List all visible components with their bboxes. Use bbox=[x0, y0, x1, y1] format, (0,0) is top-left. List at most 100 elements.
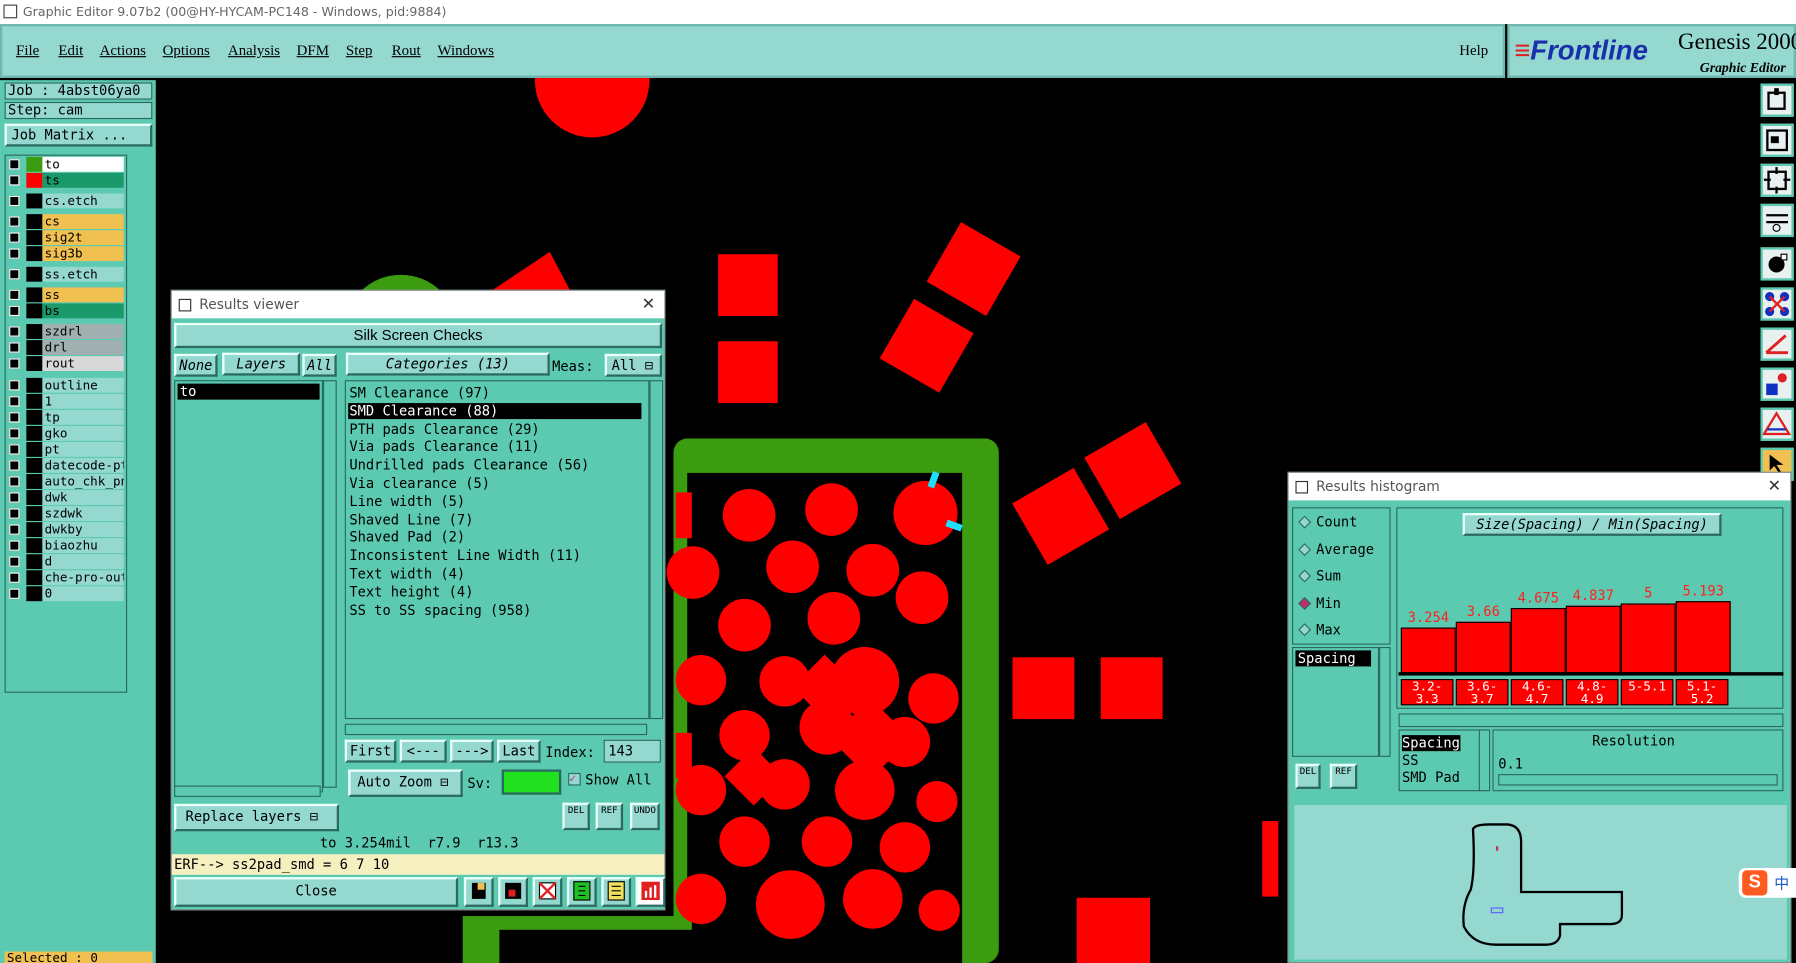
report-icon[interactable] bbox=[601, 877, 632, 907]
layer-color-swatch[interactable] bbox=[26, 522, 43, 538]
layer-color-swatch[interactable] bbox=[26, 214, 43, 230]
layer-color-swatch[interactable] bbox=[26, 340, 43, 355]
show-all-checkbox[interactable]: ✓ bbox=[568, 772, 581, 786]
last-button[interactable]: Last bbox=[497, 739, 541, 763]
menu-windows[interactable]: Windows bbox=[438, 41, 494, 59]
layer-color-swatch[interactable] bbox=[26, 409, 43, 425]
undo-button[interactable]: UNDO bbox=[629, 802, 660, 831]
layer-list-scrollbar[interactable] bbox=[323, 380, 337, 788]
layer-listbox[interactable]: to bbox=[174, 380, 324, 793]
layer-row[interactable]: to bbox=[5, 156, 124, 172]
layer-row[interactable]: ts bbox=[5, 172, 124, 188]
layer-color-swatch[interactable] bbox=[26, 586, 43, 602]
angle-icon[interactable] bbox=[1760, 327, 1794, 361]
layer-item[interactable]: to bbox=[177, 383, 320, 400]
ref-button[interactable]: REF bbox=[595, 802, 624, 831]
layer-name[interactable]: auto_chk_pn bbox=[42, 474, 124, 489]
auto-zoom-dropdown[interactable]: Auto Zoom ⊟ bbox=[348, 769, 463, 797]
layer-checkbox[interactable] bbox=[9, 195, 20, 207]
layer-checkbox[interactable] bbox=[9, 232, 20, 243]
layers-all-button[interactable]: All bbox=[302, 353, 337, 377]
warning-icon[interactable] bbox=[1760, 407, 1794, 441]
category-item[interactable]: Text width (4) bbox=[348, 566, 465, 582]
layer-row[interactable]: biaozhu bbox=[5, 538, 124, 554]
calculator-icon[interactable] bbox=[566, 877, 597, 907]
ime-indicator[interactable]: S 中 bbox=[1738, 867, 1796, 898]
layer-row[interactable]: dwk bbox=[5, 490, 124, 505]
layer-row[interactable]: 1 bbox=[5, 393, 124, 409]
layer-checkbox[interactable] bbox=[9, 289, 20, 301]
net-icon[interactable] bbox=[1760, 287, 1794, 321]
layer-name[interactable]: d bbox=[42, 554, 124, 570]
first-button[interactable]: First bbox=[344, 739, 397, 763]
layer-row[interactable]: d bbox=[5, 554, 124, 570]
layer-color-swatch[interactable] bbox=[26, 570, 43, 586]
layer-color-swatch[interactable] bbox=[26, 266, 43, 282]
histogram-ref-button[interactable]: REF bbox=[1329, 763, 1358, 789]
layer-checkbox[interactable] bbox=[9, 412, 20, 423]
mode-radio-sum[interactable]: Sum bbox=[1298, 568, 1341, 584]
layer-row[interactable]: 0 bbox=[5, 586, 124, 602]
layer-name[interactable]: ss.etch bbox=[42, 266, 124, 282]
histogram-bar[interactable] bbox=[1510, 608, 1566, 674]
histogram-listbox[interactable]: Spacing bbox=[1292, 646, 1380, 757]
layer-name[interactable]: tp bbox=[42, 409, 124, 425]
layer-color-swatch[interactable] bbox=[26, 490, 43, 505]
layer-color-swatch[interactable] bbox=[26, 506, 43, 522]
pan-icon[interactable] bbox=[1760, 123, 1794, 157]
layer-name[interactable]: to bbox=[42, 156, 124, 172]
layer-color-swatch[interactable] bbox=[26, 441, 43, 457]
layer-name[interactable]: che-pro-out bbox=[42, 570, 124, 586]
home-icon[interactable] bbox=[1760, 83, 1794, 117]
layer-checkbox[interactable] bbox=[9, 326, 20, 337]
category-item[interactable]: SS to SS spacing (958) bbox=[348, 602, 531, 618]
layer-color-swatch[interactable] bbox=[26, 172, 43, 188]
mode-radio-average[interactable]: Average bbox=[1298, 541, 1374, 557]
categories-hscroll[interactable] bbox=[344, 723, 648, 736]
info-scrollbar[interactable] bbox=[1478, 729, 1491, 792]
meas-dropdown[interactable]: All ⊟ bbox=[604, 353, 663, 377]
layer-checkbox[interactable] bbox=[9, 444, 20, 455]
measure-icon[interactable] bbox=[1760, 203, 1794, 238]
menu-edit[interactable]: Edit bbox=[58, 41, 83, 59]
category-item[interactable]: Undrilled pads Clearance (56) bbox=[348, 457, 589, 473]
layer-row[interactable]: auto_chk_pn bbox=[5, 474, 124, 489]
layer-row[interactable]: che-pro-out bbox=[5, 570, 124, 586]
category-item[interactable]: Shaved Line (7) bbox=[348, 511, 473, 527]
resolution-slider[interactable] bbox=[1498, 774, 1778, 786]
layer-name[interactable]: dwk bbox=[42, 490, 124, 505]
next-button[interactable]: ---> bbox=[450, 739, 494, 763]
layer-color-swatch[interactable] bbox=[26, 193, 43, 209]
layer-checkbox[interactable] bbox=[9, 460, 20, 471]
spacing-item[interactable]: Spacing bbox=[1295, 650, 1372, 667]
layer-color-swatch[interactable] bbox=[26, 246, 43, 262]
layer-row[interactable]: cs bbox=[5, 214, 124, 230]
close-icon[interactable]: ✕ bbox=[1768, 473, 1781, 500]
zoom-fit-icon[interactable] bbox=[1760, 163, 1794, 197]
layer-name[interactable]: 1 bbox=[42, 393, 124, 409]
layer-checkbox[interactable] bbox=[9, 572, 20, 583]
board-icon[interactable] bbox=[498, 877, 529, 907]
sv-color-dropdown[interactable] bbox=[501, 769, 562, 795]
layer-color-swatch[interactable] bbox=[26, 303, 43, 319]
layer-checkbox[interactable] bbox=[9, 248, 20, 259]
close-icon[interactable]: ✕ bbox=[642, 291, 655, 318]
layer-checkbox[interactable] bbox=[9, 396, 20, 407]
layer-row[interactable]: tp bbox=[5, 409, 124, 425]
menu-help[interactable]: Help bbox=[1459, 41, 1488, 59]
layer-color-swatch[interactable] bbox=[26, 377, 43, 393]
layer-name[interactable]: bs bbox=[42, 303, 124, 319]
mode-radio-count[interactable]: Count bbox=[1298, 514, 1357, 530]
menu-actions[interactable]: Actions bbox=[100, 41, 146, 59]
index-input[interactable]: 143 bbox=[603, 739, 661, 763]
layer-list-hscroll[interactable] bbox=[174, 785, 321, 797]
layer-checkbox[interactable] bbox=[9, 380, 20, 391]
clear-icon[interactable] bbox=[532, 877, 563, 907]
layer-name[interactable]: biaozhu bbox=[42, 538, 124, 554]
layer-name[interactable]: pt bbox=[42, 441, 124, 457]
layer-checkbox[interactable] bbox=[9, 556, 20, 567]
layer-name[interactable]: cs bbox=[42, 214, 124, 230]
layer-checkbox[interactable] bbox=[9, 216, 20, 227]
categories-scrollbar[interactable] bbox=[649, 380, 664, 720]
layer-checkbox[interactable] bbox=[9, 492, 20, 503]
